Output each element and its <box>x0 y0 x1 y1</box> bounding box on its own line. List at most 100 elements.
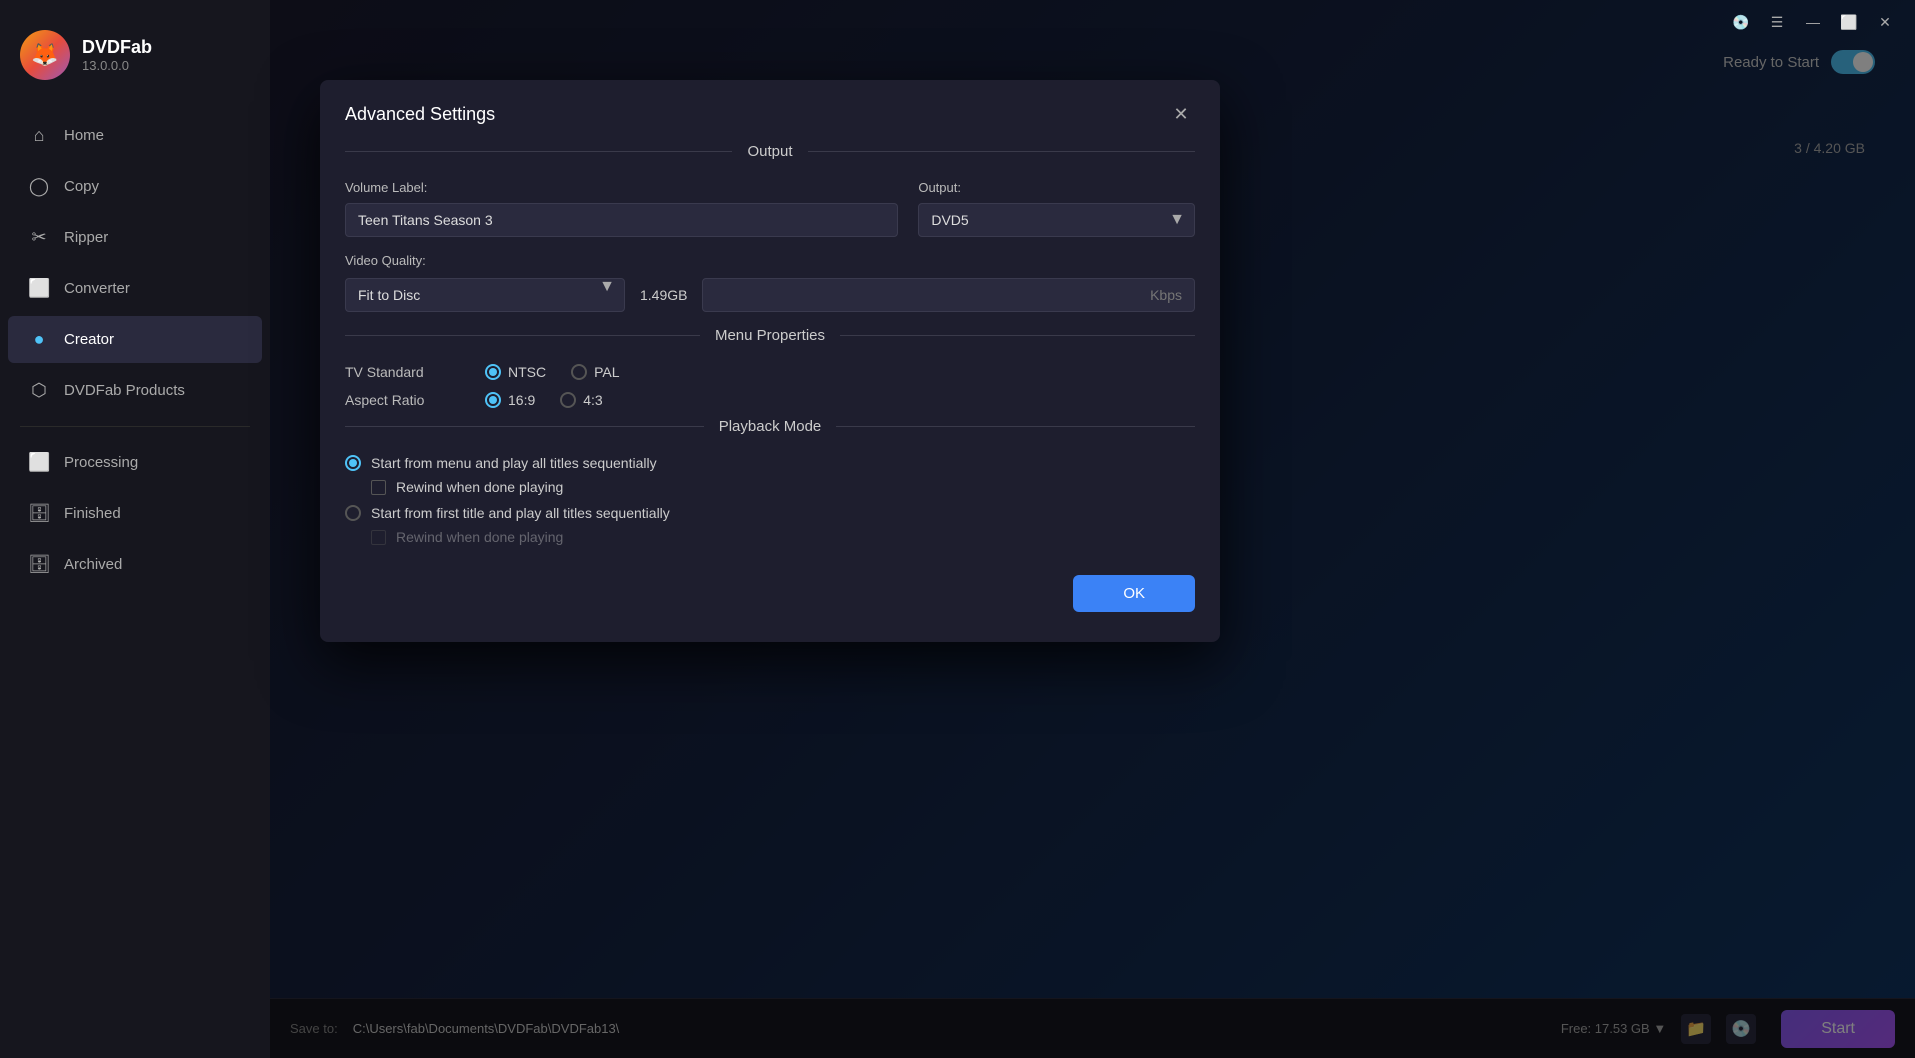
16-9-radio[interactable]: 16:9 <box>485 392 535 408</box>
close-button[interactable]: ✕ <box>1871 8 1899 36</box>
video-quality-label-row: Video Quality: <box>320 252 1220 270</box>
minimize-button[interactable]: — <box>1799 8 1827 36</box>
sidebar-item-label-dvdfab: DVDFab Products <box>64 382 185 399</box>
nav-divider <box>20 426 250 427</box>
output-section-divider: Output <box>320 143 1220 160</box>
sidebar-item-creator[interactable]: ● Creator <box>8 316 262 363</box>
aspect-ratio-label: Aspect Ratio <box>345 392 445 408</box>
playback-option-1-label: Start from menu and play all titles sequ… <box>371 455 657 471</box>
divider-line-right <box>808 151 1195 152</box>
quality-size-value: 1.49GB <box>640 287 687 303</box>
sidebar-item-archived[interactable]: 🗄 Archived <box>8 541 262 588</box>
ntsc-label: NTSC <box>508 364 546 380</box>
playback-radio-2-circle <box>345 505 361 521</box>
modal-title: Advanced Settings <box>345 104 495 125</box>
maximize-button[interactable]: ⬜ <box>1835 8 1863 36</box>
sidebar-item-copy[interactable]: ◯ Copy <box>8 163 262 210</box>
home-icon: ⌂ <box>28 125 50 146</box>
output-section-label: Output <box>747 143 792 160</box>
ripper-icon: ✂ <box>28 227 50 248</box>
sidebar-item-dvdfab-products[interactable]: ⬡ DVDFab Products <box>8 367 262 414</box>
rewind-checkbox-1-box <box>371 480 386 495</box>
playback-radio-2[interactable]: Start from first title and play all titl… <box>345 505 1195 521</box>
output-label-text: Output: <box>918 180 1195 195</box>
modal-header: Advanced Settings ✕ <box>320 80 1220 143</box>
4-3-radio-circle <box>560 392 576 408</box>
sidebar-item-processing[interactable]: ⬜ Processing <box>8 439 262 486</box>
output-form-row: Volume Label: Output: DVD5 DVD9 Blu-ray … <box>320 180 1220 237</box>
disc-button[interactable]: 💿 <box>1727 8 1755 36</box>
sidebar-item-label-creator: Creator <box>64 331 114 348</box>
tv-standard-label: TV Standard <box>345 364 445 380</box>
rewind-label-2: Rewind when done playing <box>396 529 563 545</box>
output-group: Output: DVD5 DVD9 Blu-ray 25GB Blu-ray 5… <box>918 180 1195 237</box>
playback-radio-1-dot <box>349 459 357 467</box>
tv-standard-radio-group: NTSC PAL <box>485 364 620 380</box>
menu-properties-section: Menu Properties <box>320 327 1220 344</box>
menu-section-label: Menu Properties <box>715 327 825 344</box>
app-name: DVDFab <box>82 37 152 58</box>
kbps-input[interactable] <box>702 278 1195 312</box>
sidebar-item-label-archived: Archived <box>64 556 122 573</box>
aspect-ratio-radio-group: 16:9 4:3 <box>485 392 603 408</box>
modal-close-button[interactable]: ✕ <box>1167 100 1195 128</box>
playback-radio-1[interactable]: Start from menu and play all titles sequ… <box>345 455 1195 471</box>
advanced-settings-modal: Advanced Settings ✕ Output Volume Label:… <box>320 80 1220 642</box>
sidebar-item-ripper[interactable]: ✂ Ripper <box>8 214 262 261</box>
volume-label-input[interactable] <box>345 203 898 237</box>
pal-radio[interactable]: PAL <box>571 364 619 380</box>
playback-option-2: Start from first title and play all titl… <box>345 505 1195 545</box>
sidebar-item-label-finished: Finished <box>64 505 121 522</box>
volume-label-text: Volume Label: <box>345 180 898 195</box>
sidebar-item-label-converter: Converter <box>64 280 130 297</box>
app-version: 13.0.0.0 <box>82 58 152 73</box>
quality-select[interactable]: Fit to Disc High Quality Standard Qualit… <box>345 278 625 312</box>
sidebar-item-label-ripper: Ripper <box>64 229 108 246</box>
divider-line-left <box>345 151 732 152</box>
tv-standard-row: TV Standard NTSC PAL <box>345 364 1195 380</box>
quality-row: Fit to Disc High Quality Standard Qualit… <box>320 278 1220 312</box>
playback-section-label: Playback Mode <box>719 418 822 435</box>
sidebar-item-label-processing: Processing <box>64 454 138 471</box>
rewind-checkbox-2-box <box>371 530 386 545</box>
playback-options: Start from menu and play all titles sequ… <box>320 455 1220 545</box>
pal-label: PAL <box>594 364 619 380</box>
menu-divider-right <box>840 335 1195 336</box>
processing-icon: ⬜ <box>28 452 50 473</box>
16-9-radio-circle <box>485 392 501 408</box>
playback-option-1: Start from menu and play all titles sequ… <box>345 455 1195 495</box>
logo-icon: 🦊 <box>20 30 70 80</box>
logo-text: DVDFab 13.0.0.0 <box>82 37 152 73</box>
menu-divider-left <box>345 335 700 336</box>
16-9-radio-dot <box>489 396 497 404</box>
archived-icon: 🗄 <box>28 554 50 575</box>
sidebar-item-converter[interactable]: ⬜ Converter <box>8 265 262 312</box>
playback-section-divider: Playback Mode <box>320 418 1220 435</box>
ok-button[interactable]: OK <box>1073 575 1195 612</box>
output-select[interactable]: DVD5 DVD9 Blu-ray 25GB Blu-ray 50GB <box>918 203 1195 237</box>
menu-button[interactable]: ☰ <box>1763 8 1791 36</box>
rewind-checkbox-1[interactable]: Rewind when done playing <box>345 479 1195 495</box>
sidebar-item-finished[interactable]: 🗄 Finished <box>8 490 262 537</box>
playback-option-2-label: Start from first title and play all titl… <box>371 505 670 521</box>
ntsc-radio-dot <box>489 368 497 376</box>
playback-radio-1-circle <box>345 455 361 471</box>
rewind-checkbox-2: Rewind when done playing <box>345 529 1195 545</box>
logo-area: 🦊 DVDFab 13.0.0.0 <box>0 20 270 110</box>
ntsc-radio-circle <box>485 364 501 380</box>
aspect-ratio-row: Aspect Ratio 16:9 4:3 <box>345 392 1195 408</box>
rewind-label-1: Rewind when done playing <box>396 479 563 495</box>
4-3-radio[interactable]: 4:3 <box>560 392 602 408</box>
main-content: 💿 ☰ — ⬜ ✕ Ready to Start 3 / 4.20 GB Adv… <box>270 0 1915 1058</box>
playback-mode-section: Playback Mode <box>320 418 1220 435</box>
sidebar-item-label-home: Home <box>64 127 104 144</box>
playback-divider-left <box>345 426 704 427</box>
menu-props-row: TV Standard NTSC PAL Aspect Ratio <box>320 364 1220 408</box>
modal-footer: OK <box>320 555 1220 612</box>
pal-radio-circle <box>571 364 587 380</box>
ntsc-radio[interactable]: NTSC <box>485 364 546 380</box>
sidebar: 🦊 DVDFab 13.0.0.0 ⌂ Home ◯ Copy ✂ Ripper… <box>0 0 270 1058</box>
sidebar-item-home[interactable]: ⌂ Home <box>8 112 262 159</box>
converter-icon: ⬜ <box>28 278 50 299</box>
dvdfab-icon: ⬡ <box>28 380 50 401</box>
